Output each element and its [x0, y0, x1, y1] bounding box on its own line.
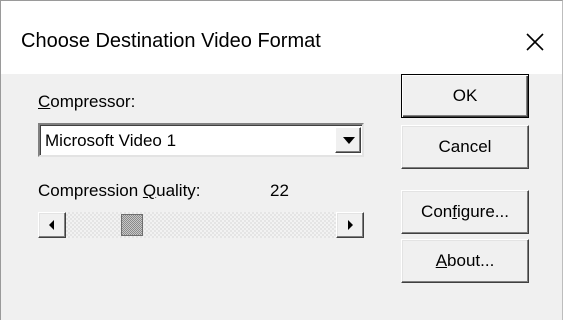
- quality-label: Compression Quality:: [38, 181, 201, 201]
- ok-button-label: OK: [452, 86, 478, 105]
- configure-label-prefix: Con: [421, 202, 453, 221]
- ok-button[interactable]: OK: [401, 74, 529, 118]
- quality-slider-thumb[interactable]: [121, 214, 143, 236]
- configure-label-rest: igure...: [456, 202, 509, 221]
- video-format-dialog: Choose Destination Video Format Compress…: [0, 0, 563, 320]
- cancel-button[interactable]: Cancel: [401, 125, 529, 169]
- about-label-rest: bout...: [447, 251, 495, 270]
- title-bar[interactable]: Choose Destination Video Format: [1, 1, 562, 74]
- configure-button-label: Configure...: [402, 202, 528, 222]
- compressor-label-mnemonic: C: [38, 92, 51, 111]
- compressor-select[interactable]: Microsoft Video 1: [38, 123, 364, 157]
- compressor-selected-value: Microsoft Video 1: [45, 131, 177, 150]
- about-button-label: About...: [402, 251, 528, 271]
- configure-button[interactable]: Configure...: [401, 190, 529, 234]
- close-button[interactable]: [518, 25, 552, 59]
- about-button[interactable]: About...: [401, 239, 529, 283]
- compressor-label: Compressor:: [38, 92, 135, 112]
- compressor-dropdown-button[interactable]: [335, 127, 361, 153]
- about-label-mnemonic: A: [435, 251, 448, 270]
- scroll-right-button[interactable]: [336, 212, 364, 238]
- quality-label-prefix: Compression: [38, 181, 143, 200]
- close-icon: [518, 25, 552, 59]
- quality-slider[interactable]: [38, 212, 364, 238]
- scroll-left-button[interactable]: [38, 212, 66, 238]
- quality-label-mnemonic: Q: [142, 181, 157, 200]
- quality-value: 22: [270, 181, 289, 200]
- arrow-left-icon: [49, 220, 54, 230]
- quality-label-text: uality:: [156, 181, 201, 200]
- arrow-right-icon: [348, 220, 353, 230]
- dialog-title: Choose Destination Video Format: [21, 30, 321, 52]
- compressor-select-field: Microsoft Video 1: [40, 125, 362, 155]
- cancel-button-label: Cancel: [438, 137, 492, 156]
- compressor-label-text: ompressor:: [50, 92, 136, 111]
- chevron-down-icon: [343, 137, 355, 144]
